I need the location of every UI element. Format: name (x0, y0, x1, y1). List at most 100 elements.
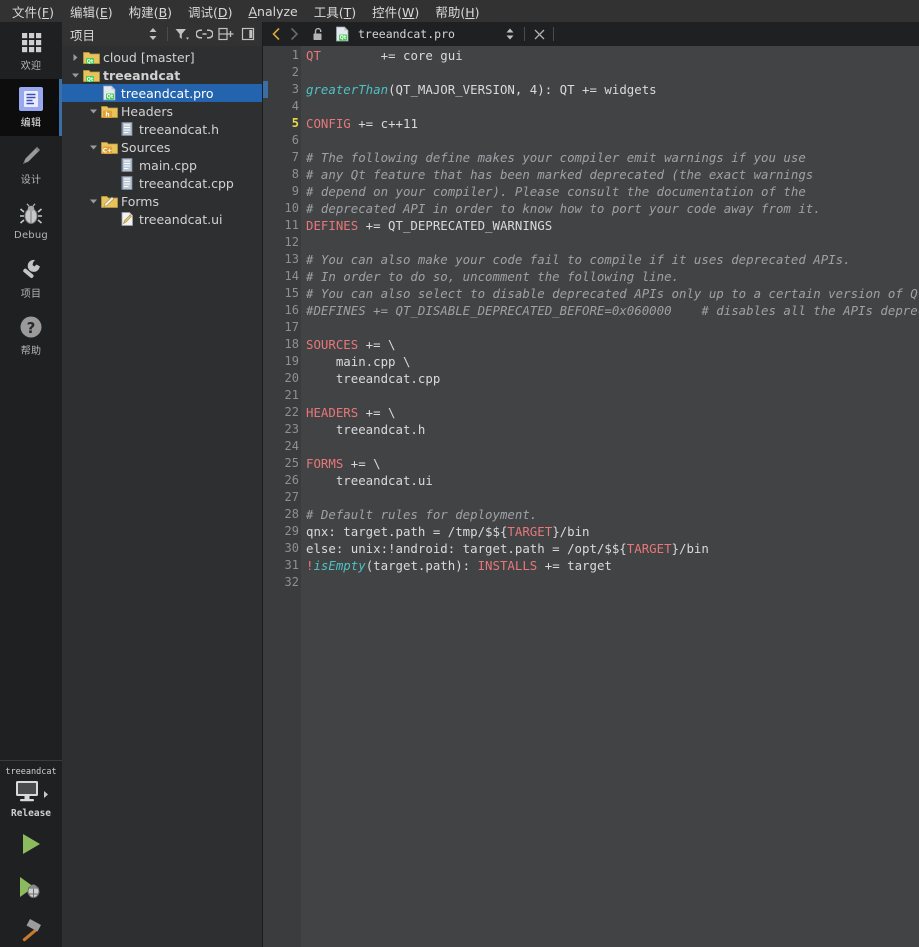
code-line[interactable]: QT += core gui (306, 47, 919, 64)
line-number: 19 (284, 354, 299, 368)
editor-dropdown-icon[interactable] (501, 24, 519, 44)
code-text-area[interactable]: QT += core gui greaterThan(QT_MAJOR_VERS… (301, 46, 919, 947)
close-panel-icon[interactable] (238, 24, 258, 44)
chevron-down-icon[interactable] (86, 138, 100, 156)
run-button[interactable] (14, 831, 48, 857)
tree-item-treeandcat.pro[interactable]: Qt treeandcat.pro (62, 84, 262, 102)
chain-link-icon[interactable] (194, 24, 214, 44)
code-line[interactable] (306, 319, 919, 336)
code-line[interactable]: FORMS += \ (306, 455, 919, 472)
editor-filename[interactable]: treeandcat.pro (358, 27, 455, 41)
code-line[interactable]: treeandcat.ui (306, 472, 919, 489)
code-token-plain: += target (537, 558, 612, 573)
line-number: 25 (284, 456, 299, 470)
code-token-plain: += QT_DEPRECATED_WARNINGS (358, 218, 553, 233)
code-line[interactable] (306, 438, 919, 455)
code-line[interactable]: HEADERS += \ (306, 404, 919, 421)
mode-item-编辑[interactable]: 编辑 (0, 79, 62, 136)
tree-item-label: main.cpp (139, 157, 197, 173)
code-line[interactable]: greaterThan(QT_MAJOR_VERSION, 4): QT += … (306, 81, 919, 98)
close-x-icon[interactable] (530, 24, 548, 44)
menu-item-5[interactable]: 工具(T) (306, 0, 364, 23)
chevron-down-icon[interactable] (86, 102, 100, 120)
debug-button[interactable] (14, 874, 48, 900)
tree-item-forms[interactable]: Forms (62, 192, 262, 210)
chevron-left-icon[interactable] (267, 24, 285, 44)
menu-item-7[interactable]: 帮助(H) (427, 0, 487, 23)
line-number: 11 (284, 218, 299, 232)
filter-funnel-icon[interactable] (172, 24, 192, 44)
bug-icon (18, 202, 44, 228)
mode-item-欢迎[interactable]: 欢迎 (0, 22, 62, 79)
tree-item-label: treeandcat.pro (121, 85, 214, 101)
code-token-fn: greaterThan (306, 82, 389, 97)
code-line[interactable]: # Default rules for deployment. (306, 506, 919, 523)
project-panel-title: 项目 (70, 27, 96, 43)
editor-marker-column[interactable] (263, 46, 277, 947)
code-line[interactable] (306, 98, 919, 115)
mode-item-设计[interactable]: 设计 (0, 136, 62, 193)
tree-item-main.cpp[interactable]: main.cpp (62, 156, 262, 174)
menu-item-4[interactable]: Analyze (240, 2, 305, 21)
menu-item-0[interactable]: 文件(F) (4, 0, 62, 23)
build-button[interactable] (14, 917, 48, 943)
line-number: 30 (284, 541, 299, 555)
code-line[interactable]: main.cpp \ (306, 353, 919, 370)
code-line[interactable]: # depend on your compiler). Please consu… (306, 183, 919, 200)
split-add-icon[interactable] (216, 24, 236, 44)
code-line[interactable]: CONFIG += c++11 (306, 115, 919, 132)
chevron-right-icon[interactable] (68, 48, 82, 66)
line-number: 6 (291, 133, 299, 147)
chevron-right-icon[interactable] (285, 24, 303, 44)
code-token-plain: }/bin (671, 541, 709, 556)
code-token-var: SOURCES (306, 337, 359, 352)
tree-item-treeandcat.ui[interactable]: treeandcat.ui (62, 210, 262, 228)
menu-item-2[interactable]: 构建(B) (121, 0, 180, 23)
menu-item-3[interactable]: 调试(D) (180, 0, 240, 23)
mode-item-帮助[interactable]: ? 帮助 (0, 307, 62, 364)
code-line[interactable]: treeandcat.h (306, 421, 919, 438)
code-line[interactable]: # You can also make your code fail to co… (306, 251, 919, 268)
line-number: 9 (291, 184, 299, 198)
mode-item-Debug[interactable]: Debug (0, 193, 62, 250)
mode-item-项目[interactable]: 项目 (0, 250, 62, 307)
code-line[interactable] (306, 574, 919, 591)
tree-item-cloud-master-[interactable]: Qt cloud [master] (62, 48, 262, 66)
code-line[interactable]: #DEFINES += QT_DISABLE_DEPRECATED_BEFORE… (306, 302, 919, 319)
code-line[interactable]: # deprecated API in order to know how to… (306, 200, 919, 217)
code-line[interactable]: DEFINES += QT_DEPRECATED_WARNINGS (306, 217, 919, 234)
code-line[interactable] (306, 234, 919, 251)
tree-item-treeandcat.cpp[interactable]: treeandcat.cpp (62, 174, 262, 192)
code-line[interactable] (306, 489, 919, 506)
tree-item-treeandcat.h[interactable]: treeandcat.h (62, 120, 262, 138)
ui-file-icon (118, 211, 136, 227)
code-line[interactable]: else: unix:!android: target.path = /opt/… (306, 540, 919, 557)
code-line[interactable] (306, 132, 919, 149)
tree-item-sources[interactable]: C+ Sources (62, 138, 262, 156)
up-down-arrows-icon[interactable] (143, 24, 163, 44)
code-line[interactable] (306, 387, 919, 404)
line-number: 22 (284, 405, 299, 419)
chevron-down-icon[interactable] (86, 192, 100, 210)
project-tree[interactable]: Qt cloud [master] Qt treeandcat Qt treeandcat… (62, 46, 262, 947)
menu-item-6[interactable]: 控件(W) (364, 0, 427, 23)
code-line[interactable]: qnx: target.path = /tmp/$${TARGET}/bin (306, 523, 919, 540)
tree-item-headers[interactable]: h Headers (62, 102, 262, 120)
code-line[interactable]: # You can also select to disable depreca… (306, 285, 919, 302)
kit-selector[interactable]: treeandcat Release (0, 760, 62, 819)
text-file-icon (118, 157, 136, 173)
code-line[interactable]: !isEmpty(target.path): INSTALLS += targe… (306, 557, 919, 574)
code-line[interactable]: # The following define makes your compil… (306, 149, 919, 166)
code-line[interactable]: SOURCES += \ (306, 336, 919, 353)
unlocked-padlock-icon[interactable] (309, 24, 327, 44)
menu-item-1[interactable]: 编辑(E) (62, 0, 121, 23)
code-token-cmt: # any Qt feature that has been marked de… (306, 167, 814, 182)
code-line[interactable]: # In order to do so, uncomment the follo… (306, 268, 919, 285)
code-line[interactable] (306, 64, 919, 81)
code-line[interactable]: treeandcat.cpp (306, 370, 919, 387)
tree-twist-empty (104, 156, 118, 174)
tree-item-treeandcat[interactable]: Qt treeandcat (62, 66, 262, 84)
code-line[interactable]: # any Qt feature that has been marked de… (306, 166, 919, 183)
chevron-down-icon[interactable] (68, 66, 82, 84)
code-token-plain: qnx: target.path = /tmp/$${ (306, 524, 508, 539)
